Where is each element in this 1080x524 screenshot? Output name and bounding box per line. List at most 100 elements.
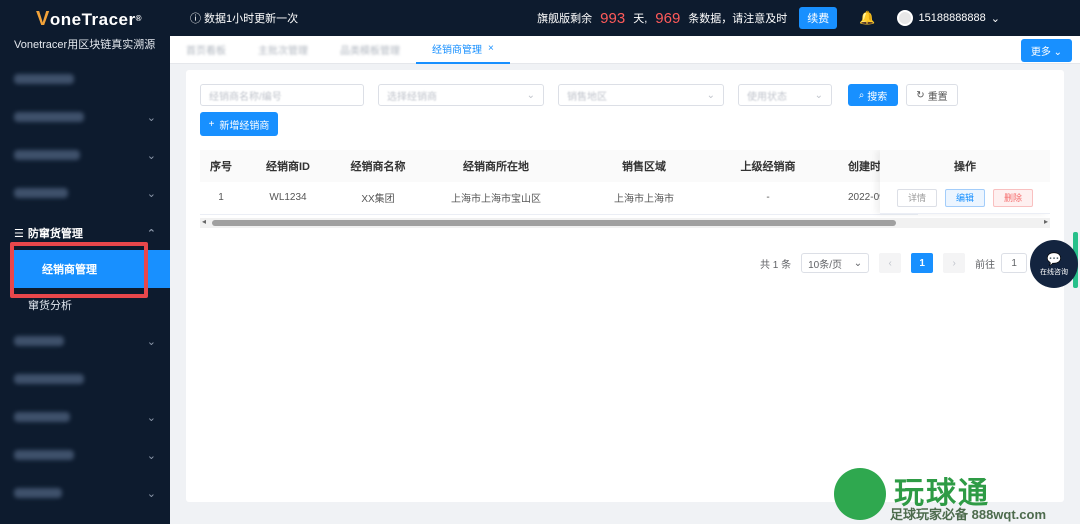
main-panel: 经销商名称/编号 选择经销商 ⌄ 销售地区 ⌄ 使用状态 ⌄ ⌕ 搜索 ↻ 重置 + 新增经… bbox=[186, 70, 1064, 502]
renew-button[interactable]: 续费 bbox=[799, 7, 838, 29]
sales-region-select[interactable]: 销售地区 ⌄ bbox=[558, 84, 724, 106]
scroll-left-arrow-icon[interactable]: ◂ bbox=[202, 217, 206, 226]
sidebar: VoneTracer® Vonetracer用区块链真实溯源 ⌄ ⌄ ⌄ ☰ 防窜… bbox=[0, 0, 170, 524]
next-page-button[interactable]: › bbox=[943, 253, 966, 273]
sidebar-group-anti-diversion[interactable]: ☰ 防窜货管理 ⌃ bbox=[0, 216, 170, 250]
tab-bar: 首页看板 主批次管理 品类模板管理 经销商管理 × 更多 ⌄ bbox=[170, 36, 1080, 64]
chat-bubble-icon: 💬 bbox=[1046, 251, 1062, 266]
reset-button[interactable]: ↻ 重置 bbox=[906, 84, 958, 106]
page-size-select[interactable]: 10条/页 ⌄ bbox=[801, 253, 870, 273]
goto-page-input[interactable]: 1 bbox=[1001, 253, 1028, 273]
operations-column: 操作 详情 编辑 删除 bbox=[880, 150, 1050, 214]
tab-dealer-management[interactable]: 经销商管理 × bbox=[416, 36, 510, 64]
scrollbar-thumb[interactable] bbox=[212, 220, 896, 226]
brand-subtitle: Vonetracer用区块链真实溯源 bbox=[14, 39, 156, 51]
chevron-down-icon: ⌄ bbox=[146, 187, 156, 200]
chevron-up-icon: ⌃ bbox=[146, 227, 156, 240]
chevron-down-icon: ⌄ bbox=[853, 257, 863, 269]
cell-dealer-id: WL1234 bbox=[242, 182, 334, 215]
tab-home[interactable]: 首页看板 bbox=[170, 36, 242, 64]
edit-button[interactable]: 编辑 bbox=[944, 188, 985, 207]
watermark: 玩球通 足球玩家必备 888wqt.com bbox=[834, 468, 1074, 522]
sidebar-item-blurred[interactable]: ⌄ bbox=[0, 474, 170, 512]
pagination: 共 1 条 10条/页 ⌄ ‹ 1 › 前往 1 bbox=[760, 253, 1028, 273]
tab-template[interactable]: 品类模板管理 bbox=[324, 36, 416, 64]
delete-button[interactable]: 删除 bbox=[993, 188, 1034, 207]
top-bar: ⓘ 数据1小时更新一次 旗舰版剩余 993 天, 969 条数据，请注意及时 续费… bbox=[170, 0, 1080, 36]
logo[interactable]: VoneTracer® bbox=[20, 8, 170, 30]
cell-superior-dealer: - bbox=[718, 182, 818, 215]
chevron-down-icon: ⌄ bbox=[146, 487, 156, 500]
table-row: 1 WL1234 XX集团 上海市上海市宝山区 上海市上海市 - 2022-09… bbox=[200, 182, 918, 215]
chevron-down-icon: ⌄ bbox=[814, 89, 823, 101]
chevron-down-icon: ⌄ bbox=[706, 89, 715, 101]
row-operations: 详情 编辑 删除 bbox=[880, 182, 1050, 214]
refresh-icon: ↻ bbox=[916, 89, 925, 101]
more-button[interactable]: 更多 ⌄ bbox=[1020, 39, 1072, 62]
online-consult-button[interactable]: 💬 在线咨询 bbox=[1030, 240, 1078, 288]
scroll-right-arrow-icon[interactable]: ▸ bbox=[1044, 217, 1048, 226]
header-superior-dealer: 上级经销商 bbox=[718, 150, 818, 182]
chevron-down-icon: ⌄ bbox=[146, 411, 156, 424]
remaining-records: 969 bbox=[655, 9, 681, 27]
sidebar-item-dealer-management[interactable]: 经销商管理 bbox=[14, 250, 170, 288]
bell-icon[interactable]: 🔔 bbox=[859, 10, 875, 26]
watermark-logo bbox=[834, 468, 886, 520]
total-count: 共 1 条 bbox=[760, 259, 792, 271]
chevron-down-icon: ⌄ bbox=[1053, 47, 1062, 58]
brand: VoneTracer® Vonetracer用区块链真实溯源 bbox=[0, 0, 170, 60]
sidebar-item-blurred[interactable]: ⌄ bbox=[0, 98, 170, 136]
top-right: 旗舰版剩余 993 天, 969 条数据，请注意及时 续费 🔔 15188888… bbox=[537, 0, 1000, 36]
sidebar-item-blurred[interactable] bbox=[0, 60, 170, 98]
search-icon: ⌕ bbox=[858, 89, 865, 101]
sidebar-nav: ⌄ ⌄ ⌄ ☰ 防窜货管理 ⌃ 经销商管理 窜货分析 ⌄ ⌄ ⌄ ⌄ bbox=[0, 60, 170, 512]
sidebar-item-blurred[interactable] bbox=[0, 360, 170, 398]
header-index: 序号 bbox=[200, 150, 242, 182]
page-number[interactable]: 1 bbox=[911, 253, 934, 273]
list-icon: ☰ bbox=[14, 227, 24, 240]
sidebar-item-blurred[interactable]: ⌄ bbox=[0, 436, 170, 474]
sidebar-item-blurred[interactable]: ⌄ bbox=[0, 398, 170, 436]
user-menu[interactable]: 15188888888 ⌄ bbox=[897, 10, 1000, 26]
header-dealer-name: 经销商名称 bbox=[334, 150, 422, 182]
search-button[interactable]: ⌕ 搜索 bbox=[848, 84, 898, 106]
table-header-row: 序号 经销商ID 经销商名称 经销商所在地 销售区域 上级经销商 创建时间 bbox=[200, 150, 918, 182]
detail-button[interactable]: 详情 bbox=[896, 188, 937, 207]
remaining-days: 993 bbox=[600, 9, 626, 27]
chevron-left-icon: ‹ bbox=[888, 257, 892, 269]
chevron-down-icon: ⌄ bbox=[146, 111, 156, 124]
header-operations: 操作 bbox=[880, 150, 1050, 182]
tab-batch[interactable]: 主批次管理 bbox=[242, 36, 324, 64]
sidebar-item-diversion-analysis[interactable]: 窜货分析 bbox=[0, 288, 170, 322]
plus-icon: + bbox=[208, 118, 215, 130]
header-dealer-location: 经销商所在地 bbox=[422, 150, 570, 182]
cell-index: 1 bbox=[200, 182, 242, 215]
superior-dealer-select[interactable]: 选择经销商 ⌄ bbox=[378, 84, 544, 106]
dealer-search-input[interactable]: 经销商名称/编号 bbox=[200, 84, 364, 106]
close-icon[interactable]: × bbox=[488, 43, 494, 54]
goto-page: 前往 1 bbox=[975, 253, 1028, 273]
watermark-subtitle: 足球玩家必备 888wqt.com bbox=[890, 507, 1047, 522]
add-dealer-button[interactable]: + 新增经销商 bbox=[200, 112, 278, 136]
chevron-down-icon: ⌄ bbox=[526, 89, 535, 101]
chevron-down-icon: ⌄ bbox=[146, 449, 156, 462]
dealer-table-grid: 序号 经销商ID 经销商名称 经销商所在地 销售区域 上级经销商 创建时间 1 … bbox=[200, 150, 918, 215]
sidebar-item-blurred[interactable]: ⌄ bbox=[0, 322, 170, 360]
horizontal-scrollbar[interactable]: ◂ ▸ bbox=[200, 217, 1050, 228]
cell-dealer-name: XX集团 bbox=[334, 182, 422, 215]
chevron-down-icon: ⌄ bbox=[146, 149, 156, 162]
cell-sales-region: 上海市上海市 bbox=[570, 182, 718, 215]
sidebar-item-blurred[interactable]: ⌄ bbox=[0, 174, 170, 212]
chevron-right-icon: › bbox=[952, 257, 956, 269]
chevron-down-icon: ⌄ bbox=[990, 12, 1000, 25]
chevron-down-icon: ⌄ bbox=[146, 335, 156, 348]
header-dealer-id: 经销商ID bbox=[242, 150, 334, 182]
prev-page-button[interactable]: ‹ bbox=[879, 253, 902, 273]
update-notice: ⓘ 数据1小时更新一次 bbox=[190, 10, 298, 26]
header-sales-region: 销售区域 bbox=[570, 150, 718, 182]
status-select[interactable]: 使用状态 ⌄ bbox=[738, 84, 832, 106]
sidebar-item-blurred[interactable]: ⌄ bbox=[0, 136, 170, 174]
cell-dealer-location: 上海市上海市宝山区 bbox=[422, 182, 570, 215]
info-icon: ⓘ bbox=[190, 13, 201, 25]
avatar bbox=[897, 10, 914, 26]
